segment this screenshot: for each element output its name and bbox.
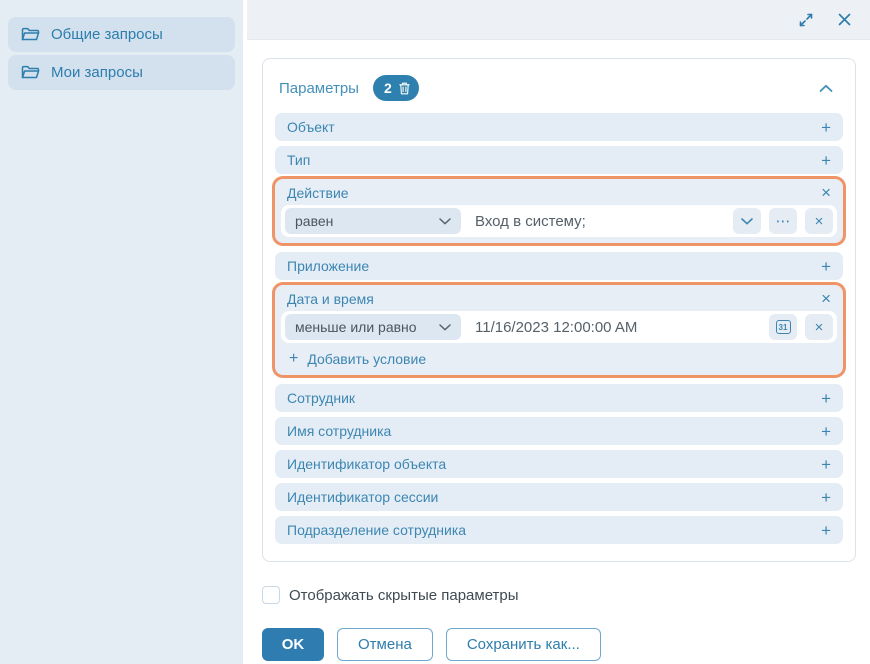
dialog-main: Параметры 2 [243,0,870,664]
datetime-value-field[interactable]: 11/16/2023 12:00:00 AM [469,319,761,336]
param-row-type[interactable]: Тип + [275,146,843,174]
param-row-employee[interactable]: Сотрудник + [275,384,843,412]
parameter-count-badge: 2 [384,80,392,96]
dialog-topbar [247,0,870,40]
remove-icon[interactable]: × [821,184,831,201]
datetime-condition-row: меньше или равно 11/16/2023 12:00:00 AM … [281,311,837,343]
save-as-button[interactable]: Сохранить как... [446,628,601,661]
clear-value-button[interactable]: × [805,314,833,340]
calendar-icon: 31 [776,320,791,334]
sidebar-item-my-queries[interactable]: Мои запросы [8,55,235,90]
param-row-object-id[interactable]: Идентификатор объекта + [275,450,843,478]
action-dropdown-button[interactable] [733,208,761,234]
param-label: Объект [287,119,335,135]
param-section-action-header: Действие × [275,179,843,205]
chevron-up-icon[interactable] [813,82,839,95]
close-icon[interactable] [837,12,852,27]
sidebar: Общие запросы Мои запросы [0,0,243,664]
operator-value: равен [295,213,333,229]
param-label: Сотрудник [287,390,355,406]
sidebar-item-label: Мои запросы [51,64,143,81]
param-row-employee-department[interactable]: Подразделение сотрудника + [275,516,843,544]
add-icon[interactable]: + [821,423,831,440]
add-icon[interactable]: + [821,489,831,506]
add-icon[interactable]: + [821,456,831,473]
ok-button[interactable]: OK [262,628,324,661]
add-condition-label: Добавить условие [307,351,426,367]
datetime-operator-select[interactable]: меньше или равно [285,314,461,340]
panel-title: Параметры [279,80,359,97]
param-label: Идентификатор объекта [287,456,446,472]
param-label: Дата и время [287,291,374,307]
clear-value-button[interactable]: × [805,208,833,234]
cancel-button[interactable]: Отмена [337,628,433,661]
add-condition-link[interactable]: + Добавить условие [275,343,843,369]
chevron-down-icon [439,324,451,331]
add-icon[interactable]: + [821,522,831,539]
sidebar-item-label: Общие запросы [51,26,163,43]
dialog-footer: Отображать скрытые параметры OK Отмена С… [243,562,870,661]
param-section-datetime-header: Дата и время × [275,285,843,311]
clear-parameters-button[interactable]: 2 [373,75,419,101]
add-icon[interactable]: + [821,258,831,275]
action-condition-row: равен Вход в систему; ⋯ [281,205,837,237]
plus-icon: + [289,351,298,367]
chevron-down-icon [439,218,451,225]
add-icon[interactable]: + [821,152,831,169]
operator-value: меньше или равно [295,319,417,335]
parameters-panel: Параметры 2 [262,58,856,562]
param-label: Подразделение сотрудника [287,522,466,538]
param-label: Тип [287,152,310,168]
param-label: Идентификатор сессии [287,489,438,505]
param-label: Приложение [287,258,369,274]
action-operator-select[interactable]: равен [285,208,461,234]
folder-icon [21,27,40,42]
remove-icon[interactable]: × [821,290,831,307]
expand-icon[interactable] [797,11,815,29]
folder-icon [21,65,40,80]
param-row-object[interactable]: Объект + [275,113,843,141]
app-window: Общие запросы Мои запросы [0,0,870,664]
add-icon[interactable]: + [821,119,831,136]
param-section-datetime: Дата и время × меньше или равно 11/16/20… [275,285,843,375]
show-hidden-params-label: Отображать скрытые параметры [289,587,519,604]
show-hidden-params-row: Отображать скрытые параметры [262,586,870,604]
calendar-button[interactable]: 31 [769,314,797,340]
param-row-employee-name[interactable]: Имя сотрудника + [275,417,843,445]
param-label: Имя сотрудника [287,423,391,439]
trash-icon [399,82,410,95]
param-section-action: Действие × равен Вход в систему; [275,179,843,243]
param-label: Действие [287,185,349,201]
sidebar-item-common-queries[interactable]: Общие запросы [8,17,235,52]
action-value-field[interactable]: Вход в систему; [469,213,725,230]
parameters-panel-header: Параметры 2 [275,67,843,113]
add-icon[interactable]: + [821,390,831,407]
dialog-buttons: OK Отмена Сохранить как... [262,628,870,661]
more-options-button[interactable]: ⋯ [769,208,797,234]
show-hidden-params-checkbox[interactable] [262,586,280,604]
param-row-session-id[interactable]: Идентификатор сессии + [275,483,843,511]
param-row-application[interactable]: Приложение + [275,252,843,280]
